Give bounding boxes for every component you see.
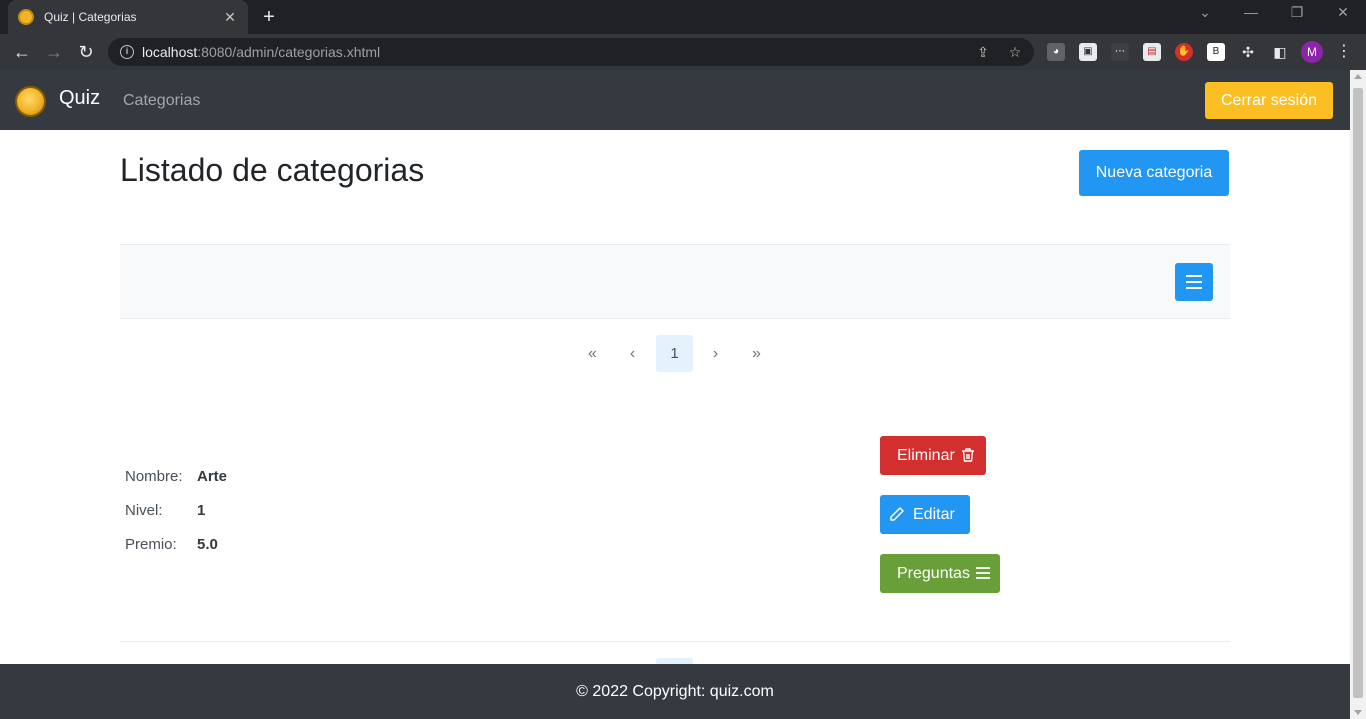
paginator: « ‹ 1 › »	[120, 335, 1230, 372]
restore-icon[interactable]: ❐	[1285, 4, 1309, 21]
next-page-icon[interactable]: ›	[697, 335, 734, 372]
browser-menu-icon[interactable]: ⋮	[1335, 43, 1353, 61]
scrollbar-thumb[interactable]	[1353, 88, 1363, 698]
page-title: Listado de categorias	[120, 152, 425, 188]
side-panel-icon[interactable]: ◧	[1271, 43, 1289, 61]
questions-button[interactable]: Preguntas	[880, 554, 1000, 593]
dataview-header	[120, 244, 1230, 319]
close-tab-icon[interactable]: ✕	[222, 9, 238, 26]
new-tab-button[interactable]: +	[258, 6, 280, 28]
extension-cat-icon[interactable]: ◕	[1047, 43, 1065, 61]
tab-title: Quiz | Categorias	[44, 10, 137, 24]
nav-link-categorias[interactable]: Categorias	[123, 92, 200, 110]
quiz-favicon-icon	[18, 9, 34, 25]
brand-name[interactable]: Quiz	[59, 87, 100, 110]
tab-search-icon[interactable]: ⌄	[1193, 4, 1217, 21]
forward-icon[interactable]: →	[42, 40, 66, 64]
extension-b-icon[interactable]: B	[1207, 43, 1225, 61]
page-number-button[interactable]: 1	[656, 335, 693, 372]
bars-icon	[1186, 275, 1202, 277]
detail-label: Premio:	[125, 536, 177, 553]
quiz-logo-icon[interactable]	[15, 86, 46, 117]
trash-icon	[962, 448, 974, 462]
prev-page-icon[interactable]: ‹	[614, 335, 651, 372]
share-icon[interactable]: ⇪	[974, 44, 992, 61]
browser-toolbar: ← → ↻ i localhost:8080/admin/categorias.…	[0, 34, 1366, 70]
detail-value: 1	[197, 502, 206, 519]
pencil-icon	[890, 507, 904, 521]
address-bar[interactable]: i localhost:8080/admin/categorias.xhtml …	[108, 38, 1034, 66]
extension-block-icon[interactable]: ✋	[1175, 43, 1193, 61]
browser-tab[interactable]: Quiz | Categorias ✕	[8, 0, 248, 34]
minimize-icon[interactable]: —	[1239, 4, 1263, 20]
page-viewport: Quiz Categorias Cerrar sesión Listado de…	[0, 70, 1350, 719]
url-host: localhost	[142, 44, 198, 60]
back-icon[interactable]: ←	[10, 40, 34, 64]
detail-label: Nivel:	[125, 502, 163, 519]
extensions-puzzle-icon[interactable]: ✣	[1239, 43, 1257, 61]
extension-reader-icon[interactable]: ▣	[1079, 43, 1097, 61]
detail-value: Arte	[197, 468, 228, 485]
dataview-divider	[120, 641, 1230, 642]
extension-dots-icon[interactable]: ⋯	[1111, 43, 1129, 61]
delete-label: Eliminar	[897, 447, 955, 464]
reload-icon[interactable]: ↻	[74, 40, 98, 64]
page-footer: © 2022 Copyright: quiz.com	[0, 664, 1350, 719]
bars-icon	[976, 567, 990, 579]
logout-button[interactable]: Cerrar sesión	[1205, 82, 1333, 119]
scroll-up-arrow-icon[interactable]	[1354, 74, 1362, 79]
page-scrollbar[interactable]	[1350, 70, 1366, 719]
extension-cast-icon[interactable]: ▤	[1143, 43, 1161, 61]
detail-label: Nombre:	[125, 468, 183, 485]
edit-button[interactable]: Editar	[880, 495, 970, 534]
questions-label: Preguntas	[897, 565, 970, 582]
last-page-icon[interactable]: »	[738, 335, 775, 372]
delete-button[interactable]: Eliminar	[880, 436, 986, 475]
browser-tab-strip: Quiz | Categorias ✕ + ⌄ — ❐ ✕	[0, 0, 1366, 34]
site-info-icon[interactable]: i	[120, 45, 134, 59]
scroll-down-arrow-icon[interactable]	[1354, 710, 1362, 715]
list-layout-button[interactable]	[1175, 263, 1213, 301]
url-path: :8080/admin/categorias.xhtml	[197, 44, 381, 60]
edit-label: Editar	[913, 506, 955, 523]
first-page-icon[interactable]: «	[574, 335, 611, 372]
close-window-icon[interactable]: ✕	[1331, 4, 1355, 21]
new-category-button[interactable]: Nueva categoria	[1079, 150, 1229, 196]
bookmark-star-icon[interactable]: ☆	[1006, 44, 1024, 61]
detail-value: 5.0	[197, 536, 218, 553]
profile-avatar[interactable]: M	[1301, 41, 1323, 63]
top-navbar: Quiz Categorias Cerrar sesión	[0, 70, 1350, 130]
